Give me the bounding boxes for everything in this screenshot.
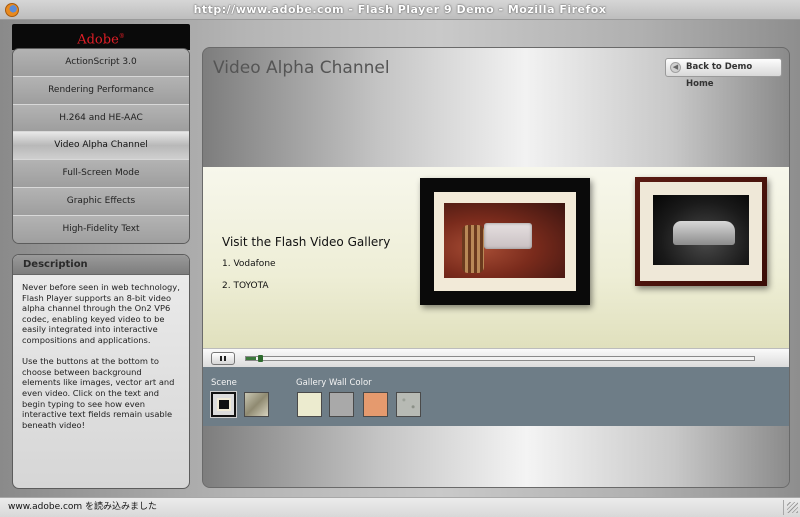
wall-color-swatch[interactable] [396, 392, 421, 417]
toyota-video-frame[interactable] [635, 177, 767, 286]
description-heading: Description [13, 255, 189, 275]
back-to-demo-home-button[interactable]: ◀ Back to Demo Home [665, 58, 782, 89]
status-text: www.adobe.com を読み込みました [8, 502, 158, 512]
vodafone-video-thumbnail [444, 203, 565, 278]
adobe-logo-text: Adobe [77, 32, 119, 48]
registered-mark: ® [118, 33, 125, 40]
nav-item-rendering-performance[interactable]: Rendering Performance [13, 76, 189, 105]
scene-video-icon [217, 398, 231, 411]
pause-icon [220, 356, 226, 361]
flash-stage: Adobe® ActionScript 3.0 Rendering Perfor… [0, 20, 800, 497]
gallery-heading[interactable]: Visit the Flash Video Gallery [222, 235, 390, 249]
firefox-icon [5, 3, 19, 17]
scene-video-button[interactable] [210, 391, 237, 418]
wall-color-swatch[interactable] [363, 392, 388, 417]
wall-color-swatch[interactable] [297, 392, 322, 417]
nav-item-full-screen-mode[interactable]: Full-Screen Mode [13, 160, 189, 188]
video-progress-bar[interactable] [245, 355, 755, 362]
pause-button[interactable] [211, 352, 235, 365]
nav-item-high-fidelity-text[interactable]: High-Fidelity Text [13, 215, 189, 243]
adobe-logo: Adobe® [12, 24, 190, 50]
scene-options-bar: Scene Gallery Wall Color [203, 367, 789, 426]
wall-color-label: Gallery Wall Color [296, 378, 372, 388]
window-title: http://www.adobe.com - Flash Player 9 De… [193, 3, 607, 16]
gallery-link-toyota[interactable]: 2. TOYOTA [222, 281, 269, 291]
toyota-video-thumbnail [653, 195, 749, 265]
nav-item-h264[interactable]: H.264 and HE-AAC [13, 104, 189, 133]
bracelet-graphic [462, 225, 484, 273]
car-graphic [673, 221, 735, 245]
demo-navigation: ActionScript 3.0 Rendering Performance H… [12, 48, 190, 244]
window-title-bar: http://www.adobe.com - Flash Player 9 De… [0, 0, 800, 20]
progress-fill [246, 357, 257, 360]
nav-item-graphic-effects[interactable]: Graphic Effects [13, 187, 189, 216]
panel-lower-area [203, 426, 789, 487]
status-divider [783, 500, 784, 515]
video-gallery-scene: Visit the Flash Video Gallery 1. Vodafon… [203, 167, 789, 348]
scene-image-button[interactable] [244, 392, 269, 417]
description-panel: Description Never before seen in web tec… [12, 254, 190, 489]
back-arrow-icon: ◀ [670, 62, 681, 73]
resize-grip-icon[interactable] [787, 502, 798, 513]
video-controls [203, 348, 789, 367]
page-title: Video Alpha Channel [213, 58, 390, 78]
frame-mat [640, 182, 762, 281]
gallery-link-vodafone[interactable]: 1. Vodafone [222, 259, 276, 269]
progress-knob[interactable] [258, 355, 264, 362]
nav-item-video-alpha-channel[interactable]: Video Alpha Channel [13, 132, 189, 161]
description-body: Never before seen in web technology, Fla… [13, 275, 189, 430]
wall-color-swatch[interactable] [329, 392, 354, 417]
status-bar: www.adobe.com を読み込みました [0, 497, 800, 517]
nav-item-actionscript[interactable]: ActionScript 3.0 [13, 49, 189, 77]
wristband-graphic [484, 223, 532, 249]
back-button-label: Back to Demo Home [686, 62, 753, 89]
description-paragraph: Use the buttons at the bottom to choose … [22, 356, 175, 430]
scene-label: Scene [211, 378, 237, 388]
description-paragraph: Never before seen in web technology, Fla… [22, 282, 180, 345]
frame-mat [434, 192, 576, 291]
content-panel: Video Alpha Channel ◀ Back to Demo Home [202, 47, 790, 488]
vodafone-video-frame[interactable] [420, 178, 590, 305]
